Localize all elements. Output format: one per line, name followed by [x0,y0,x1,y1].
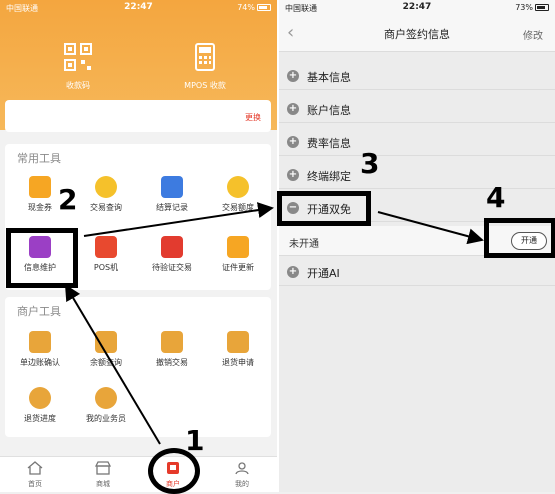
arrow-2-to-3 [83,202,274,237]
annotation-arrows [64,202,484,445]
arrow-1-to-2 [64,284,161,445]
arrow-3-to-4 [377,211,484,245]
